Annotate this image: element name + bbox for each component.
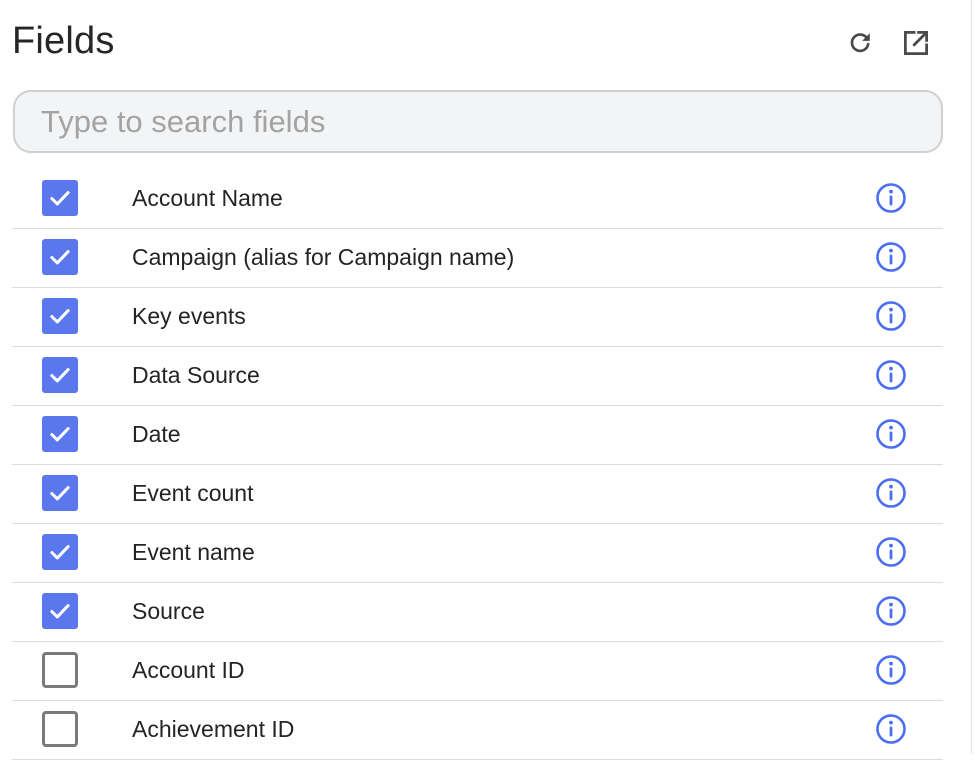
field-info-button[interactable] <box>875 359 907 391</box>
field-row[interactable]: Data Source <box>12 347 943 406</box>
field-label: Account Name <box>132 185 283 211</box>
checkmark-icon <box>50 604 70 619</box>
field-info-button[interactable] <box>875 536 907 568</box>
field-info-button[interactable] <box>875 241 907 273</box>
refresh-icon <box>850 33 870 53</box>
field-checkbox[interactable] <box>42 652 78 688</box>
field-row[interactable]: Account Name <box>12 170 943 229</box>
search-field <box>13 90 943 153</box>
info-icon <box>876 537 906 567</box>
field-info-button[interactable] <box>875 713 907 745</box>
checkmark-icon <box>50 545 70 560</box>
field-label: Achievement ID <box>132 716 295 742</box>
field-label: Event count <box>132 480 254 506</box>
info-icon <box>876 419 906 449</box>
open-external-button[interactable] <box>899 26 933 60</box>
panel-right-border <box>971 0 972 754</box>
checkmark-icon <box>50 191 70 206</box>
field-label: Campaign (alias for Campaign name) <box>132 244 515 270</box>
field-info-button[interactable] <box>875 654 907 686</box>
field-label: Key events <box>132 303 246 329</box>
field-checkbox[interactable] <box>42 239 78 275</box>
checkmark-icon <box>50 427 70 442</box>
checkmark-icon <box>50 309 70 324</box>
field-checkbox[interactable] <box>42 475 78 511</box>
info-icon <box>876 301 906 331</box>
info-icon <box>876 242 906 272</box>
field-label: Date <box>132 421 181 447</box>
info-icon <box>876 655 906 685</box>
field-row[interactable]: Key events <box>12 288 943 347</box>
field-label: Data Source <box>132 362 260 388</box>
info-icon <box>876 360 906 390</box>
field-checkbox[interactable] <box>42 593 78 629</box>
field-row[interactable]: Account ID <box>12 642 943 701</box>
field-checkbox[interactable] <box>42 416 78 452</box>
info-icon <box>876 183 906 213</box>
field-checkbox[interactable] <box>42 711 78 747</box>
field-row[interactable]: Source <box>12 583 943 642</box>
field-checkbox[interactable] <box>42 357 78 393</box>
fields-header: Fields <box>12 0 942 84</box>
panel-title: Fields <box>12 20 115 62</box>
checkmark-icon <box>50 250 70 265</box>
field-info-button[interactable] <box>875 182 907 214</box>
field-row[interactable]: Achievement ID <box>12 701 943 760</box>
open-in-new-icon <box>904 31 928 55</box>
field-info-button[interactable] <box>875 595 907 627</box>
field-row[interactable]: Campaign (alias for Campaign name) <box>12 229 943 288</box>
info-icon <box>876 478 906 508</box>
field-checkbox[interactable] <box>42 298 78 334</box>
info-icon <box>876 714 906 744</box>
field-list: Account Name Campaign (alias for Campaig… <box>12 170 943 760</box>
field-info-button[interactable] <box>875 300 907 332</box>
checkmark-icon <box>50 486 70 501</box>
field-row[interactable]: Event count <box>12 465 943 524</box>
field-label: Account ID <box>132 657 245 683</box>
field-checkbox[interactable] <box>42 180 78 216</box>
field-label: Event name <box>132 539 255 565</box>
refresh-button[interactable] <box>843 26 877 60</box>
field-info-button[interactable] <box>875 477 907 509</box>
field-checkbox[interactable] <box>42 534 78 570</box>
field-label: Source <box>132 598 205 624</box>
field-row[interactable]: Date <box>12 406 943 465</box>
field-row[interactable]: Event name <box>12 524 943 583</box>
checkmark-icon <box>50 368 70 383</box>
info-icon <box>876 596 906 626</box>
search-input[interactable] <box>15 92 941 151</box>
field-info-button[interactable] <box>875 418 907 450</box>
